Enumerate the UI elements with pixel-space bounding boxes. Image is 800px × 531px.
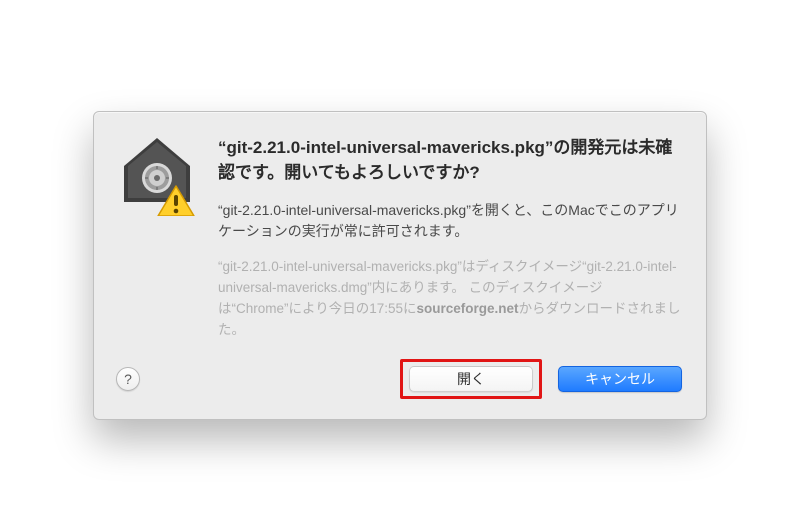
open-button-highlight: 開く	[400, 359, 542, 399]
dialog-body: “git-2.21.0-intel-universal-mavericks.pk…	[118, 136, 682, 340]
dialog-title: “git-2.21.0-intel-universal-mavericks.pk…	[218, 136, 682, 185]
open-button[interactable]: 開く	[409, 366, 533, 392]
dialog-message: “git-2.21.0-intel-universal-mavericks.pk…	[218, 200, 682, 243]
button-row: 開く キャンセル	[400, 359, 682, 399]
security-icon	[118, 136, 196, 340]
dialog-info-source: sourceforge.net	[417, 301, 519, 316]
cancel-button[interactable]: キャンセル	[558, 366, 682, 392]
dialog-content: “git-2.21.0-intel-universal-mavericks.pk…	[218, 136, 682, 340]
gatekeeper-dialog: “git-2.21.0-intel-universal-mavericks.pk…	[93, 111, 707, 419]
dialog-info: “git-2.21.0-intel-universal-mavericks.pk…	[218, 257, 682, 341]
dialog-footer: ? 開く キャンセル	[118, 359, 682, 399]
help-icon: ?	[124, 371, 132, 387]
help-button[interactable]: ?	[116, 367, 140, 391]
